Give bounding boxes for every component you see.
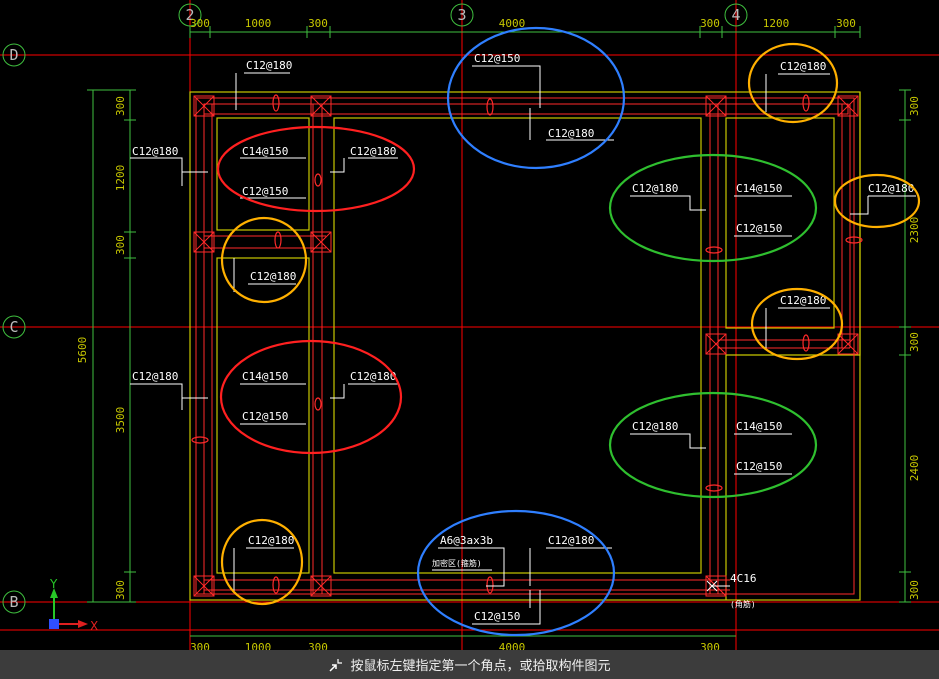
ucs-x-label: X bbox=[90, 619, 98, 633]
label-left-bottom-orange[interactable]: C12@180 bbox=[248, 534, 294, 547]
label-left-lower-outer[interactable]: C12@180 bbox=[132, 370, 178, 383]
label-right-upper-inner-2[interactable]: C12@150 bbox=[736, 222, 782, 235]
label-left-upper-right[interactable]: C12@180 bbox=[350, 145, 396, 158]
pick-cursor-icon bbox=[329, 658, 343, 672]
dim-left-4: 300 bbox=[114, 580, 127, 600]
dimension-texts: 300 1000 300 4000 300 1200 300 300 1000 … bbox=[76, 17, 921, 650]
label-right-lower-inner-1[interactable]: C14@150 bbox=[736, 420, 782, 433]
label-top-center-1[interactable]: C12@150 bbox=[474, 52, 520, 65]
room-upper-left[interactable] bbox=[216, 117, 310, 231]
label-right-top-orange[interactable]: C12@180 bbox=[780, 60, 826, 73]
axis-label-D: D bbox=[9, 46, 18, 64]
label-corner-bar[interactable]: 4C16 bbox=[730, 572, 757, 585]
dim-right-1: 2300 bbox=[908, 217, 921, 244]
dim-bottom-2: 300 bbox=[308, 641, 328, 650]
label-top-center-2[interactable]: C12@180 bbox=[548, 127, 594, 140]
command-prompt-text: 按鼠标左键指定第一个角点，或拾取构件图元 bbox=[350, 659, 611, 674]
axis-label-C: C bbox=[9, 318, 18, 336]
dimension-lines bbox=[92, 31, 906, 637]
label-left-lower-inner-2[interactable]: C12@150 bbox=[242, 410, 288, 423]
label-corner-bar-sub[interactable]: (角筋) bbox=[730, 599, 756, 609]
label-bottom-beam[interactable]: A6@3ax3b bbox=[440, 534, 493, 547]
dim-right-0: 300 bbox=[908, 96, 921, 116]
dim-right-4: 300 bbox=[908, 580, 921, 600]
cad-drawing-canvas[interactable]: 2 3 4 D C B 300 1000 300 4000 300 1200 3… bbox=[0, 0, 939, 650]
dim-left-3: 3500 bbox=[114, 407, 127, 434]
label-bottom-center[interactable]: C12@150 bbox=[474, 610, 520, 623]
rebar-strips bbox=[195, 97, 855, 595]
rebar-columns bbox=[193, 95, 859, 597]
dim-top-4: 300 bbox=[700, 17, 720, 30]
label-right-lower-left[interactable]: C12@180 bbox=[632, 420, 678, 433]
label-top-left[interactable]: C12@180 bbox=[246, 59, 292, 72]
label-right-mid-orange[interactable]: C12@180 bbox=[780, 294, 826, 307]
highlight-orange-right-top bbox=[747, 42, 839, 124]
dim-top-0: 300 bbox=[190, 17, 210, 30]
axis-label-B: B bbox=[9, 593, 18, 611]
highlight-red-upper bbox=[216, 125, 416, 213]
cad-viewport[interactable]: 2 3 4 D C B 300 1000 300 4000 300 1200 3… bbox=[0, 0, 939, 679]
dim-left-total: 5600 bbox=[76, 337, 89, 364]
label-right-lower-inner-2[interactable]: C12@150 bbox=[736, 460, 782, 473]
ucs-icon: Y X bbox=[49, 577, 98, 633]
label-left-upper-inner-2[interactable]: C12@150 bbox=[242, 185, 288, 198]
label-bottom-beam-sub[interactable]: 加密区(箍筋) bbox=[432, 558, 482, 568]
label-left-upper-inner-1[interactable]: C14@150 bbox=[242, 145, 288, 158]
dim-bottom-4: 300 bbox=[700, 641, 720, 650]
label-right-upper-left[interactable]: C12@180 bbox=[632, 182, 678, 195]
axis-label-3-top: 3 bbox=[457, 6, 466, 24]
highlight-green-lower bbox=[608, 391, 818, 499]
dim-top-6: 300 bbox=[836, 17, 856, 30]
command-statusbar: 按鼠标左键指定第一个角点，或拾取构件图元 bbox=[0, 650, 939, 679]
label-bottom-right-top[interactable]: C12@180 bbox=[548, 534, 594, 547]
ucs-y-label: Y bbox=[49, 577, 58, 591]
dim-left-2: 300 bbox=[114, 235, 127, 255]
highlight-green-upper bbox=[608, 153, 818, 263]
dim-top-2: 300 bbox=[308, 17, 328, 30]
dim-left-0: 300 bbox=[114, 96, 127, 116]
dim-bottom-1: 1000 bbox=[245, 641, 272, 650]
dim-left-1: 1200 bbox=[114, 165, 127, 192]
highlight-orange-left-mid bbox=[220, 216, 308, 304]
axis-label-4-top: 4 bbox=[731, 6, 740, 24]
dim-bottom-0: 300 bbox=[190, 641, 210, 650]
dim-bottom-3: 4000 bbox=[499, 641, 526, 650]
label-left-upper-outer[interactable]: C12@180 bbox=[132, 145, 178, 158]
label-left-lower-right[interactable]: C12@180 bbox=[350, 370, 396, 383]
label-right-upper-inner-1[interactable]: C14@150 bbox=[736, 182, 782, 195]
dim-right-3: 2400 bbox=[908, 455, 921, 482]
dim-top-1: 1000 bbox=[245, 17, 272, 30]
dim-right-2: 300 bbox=[908, 332, 921, 352]
wall-right-step[interactable] bbox=[725, 92, 861, 600]
label-left-mid-orange[interactable]: C12@180 bbox=[250, 270, 296, 283]
highlight-red-lower bbox=[219, 339, 403, 455]
label-left-lower-inner-1[interactable]: C14@150 bbox=[242, 370, 288, 383]
dim-top-5: 1200 bbox=[763, 17, 790, 30]
